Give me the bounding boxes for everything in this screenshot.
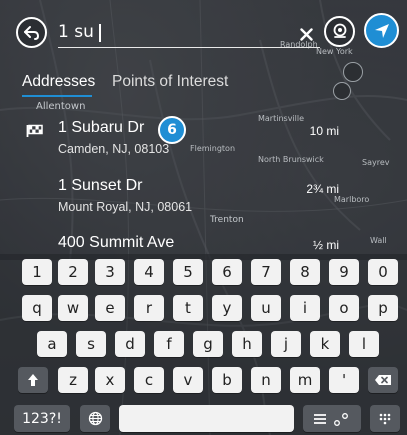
key-7[interactable]: 7 xyxy=(251,259,281,285)
shift-key[interactable] xyxy=(18,367,48,393)
tab-points-of-interest[interactable]: Points of Interest xyxy=(112,73,228,91)
map-label: North Brunswick xyxy=(258,155,324,164)
map-label: New York xyxy=(316,47,353,56)
tab-addresses[interactable]: Addresses xyxy=(22,73,95,91)
map-poi-icon[interactable] xyxy=(333,82,351,100)
key-0[interactable]: 0 xyxy=(368,259,398,285)
result-distance: ½ mi xyxy=(312,238,339,252)
search-input-text: 1 su xyxy=(58,22,94,42)
key-apostrophe[interactable]: ' xyxy=(329,367,359,393)
key-s[interactable]: s xyxy=(76,331,106,357)
microphone-icon xyxy=(333,23,346,38)
map-label: Marlboro xyxy=(334,195,370,204)
close-icon xyxy=(299,27,313,41)
key-n[interactable]: n xyxy=(251,367,281,393)
backspace-key[interactable] xyxy=(368,367,398,393)
key-g[interactable]: g xyxy=(193,331,223,357)
key-d[interactable]: d xyxy=(115,331,145,357)
key-b[interactable]: b xyxy=(212,367,242,393)
result-title: 1 Subaru Dr xyxy=(58,119,145,136)
shift-up-arrow-icon xyxy=(28,374,38,386)
key-5[interactable]: 5 xyxy=(173,259,203,285)
key-y[interactable]: y xyxy=(212,295,242,321)
keyboard-toggle-key[interactable] xyxy=(370,405,400,432)
navigation-arrow-icon xyxy=(374,23,389,38)
key-h[interactable]: h xyxy=(232,331,262,357)
key-e[interactable]: e xyxy=(95,295,125,321)
key-t[interactable]: t xyxy=(173,295,203,321)
key-6[interactable]: 6 xyxy=(212,259,242,285)
navigation-button[interactable] xyxy=(364,13,399,48)
result-distance: 10 mi xyxy=(309,124,339,138)
result-subtitle: Camden, NJ, 08103 xyxy=(58,142,170,156)
back-button[interactable] xyxy=(16,17,47,48)
text-caret xyxy=(98,24,101,43)
space-key[interactable] xyxy=(119,405,294,432)
key-u[interactable]: u xyxy=(251,295,281,321)
key-r[interactable]: r xyxy=(134,295,164,321)
numbers-symbols-key[interactable]: 123?! xyxy=(14,405,70,432)
result-number-badge: 6 xyxy=(158,116,186,144)
key-l[interactable]: l xyxy=(349,331,379,357)
key-3[interactable]: 3 xyxy=(95,259,125,285)
search-options-icon xyxy=(314,412,348,426)
result-title: 1 Sunset Dr xyxy=(58,177,143,194)
keyboard-icon xyxy=(379,413,391,424)
key-x[interactable]: x xyxy=(95,367,125,393)
key-p[interactable]: p xyxy=(368,295,398,321)
key-z[interactable]: z xyxy=(58,367,88,393)
active-tab-indicator xyxy=(22,95,92,97)
key-a[interactable]: a xyxy=(37,331,67,357)
map-poi-icon[interactable] xyxy=(343,62,363,82)
result-subtitle: Mount Royal, NJ, 08061 xyxy=(58,200,193,214)
key-f[interactable]: f xyxy=(154,331,184,357)
key-9[interactable]: 9 xyxy=(329,259,359,285)
key-2[interactable]: 2 xyxy=(58,259,88,285)
key-4[interactable]: 4 xyxy=(134,259,164,285)
map-label: Trenton xyxy=(210,215,244,225)
key-w[interactable]: w xyxy=(58,295,88,321)
backspace-icon xyxy=(375,375,391,385)
map-label: Sayrev xyxy=(362,158,390,167)
back-arrow-icon xyxy=(23,25,39,40)
voice-search-button[interactable] xyxy=(324,16,355,47)
map-label: Flemington xyxy=(190,144,236,153)
map-label: Wall xyxy=(370,236,387,245)
key-q[interactable]: q xyxy=(22,295,52,321)
key-k[interactable]: k xyxy=(310,331,340,357)
key-j[interactable]: j xyxy=(271,331,301,357)
key-m[interactable]: m xyxy=(290,367,320,393)
key-8[interactable]: 8 xyxy=(290,259,320,285)
globe-icon xyxy=(88,411,102,426)
clear-search-button[interactable] xyxy=(296,24,316,44)
key-o[interactable]: o xyxy=(329,295,359,321)
map-label: Allentown xyxy=(36,101,86,112)
result-title: 400 Summit Ave xyxy=(58,234,175,251)
destination-flag-icon xyxy=(26,124,43,137)
key-c[interactable]: c xyxy=(134,367,164,393)
language-key[interactable] xyxy=(80,405,110,432)
key-i[interactable]: i xyxy=(290,295,320,321)
map-label: Martinsville xyxy=(258,114,305,123)
result-distance: 2¾ mi xyxy=(306,182,339,196)
search-options-button[interactable] xyxy=(303,405,361,432)
key-v[interactable]: v xyxy=(173,367,203,393)
key-1[interactable]: 1 xyxy=(22,259,52,285)
